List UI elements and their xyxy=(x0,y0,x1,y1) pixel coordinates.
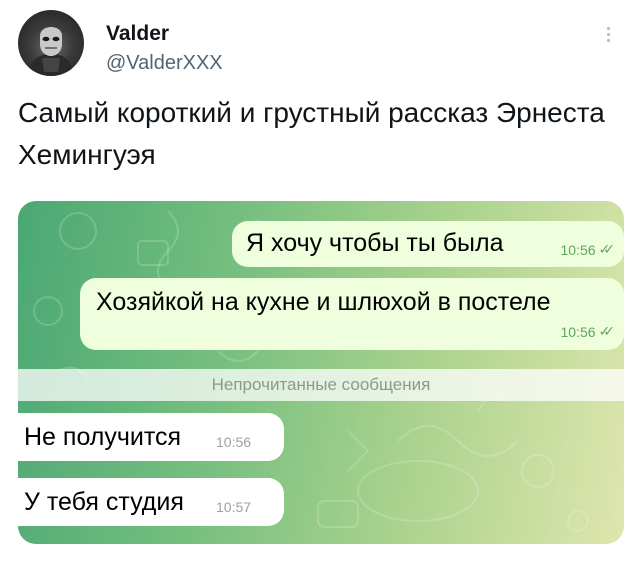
message-meta: 10:56 ✓✓ xyxy=(560,323,616,340)
unread-messages-divider: Непрочитанные сообщения xyxy=(18,369,624,401)
author-name[interactable]: Valder xyxy=(106,22,169,46)
message-text: Хозяйкой на кухне и шлюхой в постеле xyxy=(96,288,551,316)
message-meta: 10:56 ✓✓ xyxy=(560,241,616,258)
author-handle[interactable]: @ValderXXX xyxy=(106,52,223,75)
message-text: Я хочу чтобы ты была xyxy=(246,229,504,257)
chat-screenshot: Я хочу чтобы ты была 10:56 ✓✓ Хозяйкой н… xyxy=(18,201,624,544)
chat-message-outgoing[interactable]: Я хочу чтобы ты была 10:56 ✓✓ xyxy=(232,221,624,267)
message-text: У тебя студия xyxy=(24,488,184,516)
chat-message-outgoing[interactable]: Хозяйкой на кухне и шлюхой в постеле 10:… xyxy=(80,278,624,350)
avatar[interactable] xyxy=(18,10,84,76)
tweet-header: Valder @ValderXXX xyxy=(18,10,622,80)
chat-message-incoming[interactable]: У тебя студия 10:57 xyxy=(18,478,284,526)
message-time: 10:56 xyxy=(216,434,252,450)
message-time: 10:56 xyxy=(560,323,596,340)
tweet-text: Самый короткий и грустный рассказ Эрнест… xyxy=(18,97,605,170)
message-text: Не получится xyxy=(24,423,182,451)
double-check-icon: ✓✓ xyxy=(598,241,616,257)
message-time: 10:57 xyxy=(216,499,252,515)
masked-figure-icon xyxy=(28,23,74,76)
chat-message-incoming[interactable]: Не получится 10:56 xyxy=(18,413,284,461)
double-check-icon: ✓✓ xyxy=(598,323,616,339)
message-time: 10:56 xyxy=(560,241,596,258)
more-vertical-icon[interactable] xyxy=(602,24,614,54)
